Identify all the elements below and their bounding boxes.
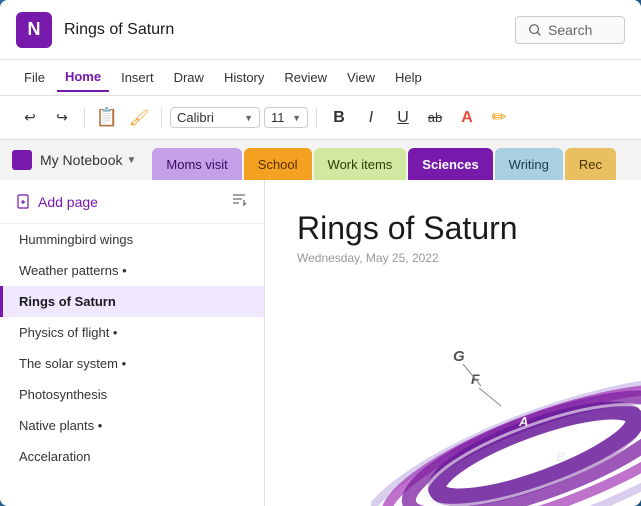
content-area[interactable]: Rings of Saturn Wednesday, May 25, 2022 … xyxy=(265,180,641,506)
svg-text:B: B xyxy=(556,449,565,464)
menu-home[interactable]: Home xyxy=(57,63,109,92)
bold-button[interactable]: B xyxy=(325,104,353,132)
sort-button[interactable] xyxy=(230,190,248,213)
sort-icon xyxy=(230,190,248,208)
svg-text:G: G xyxy=(453,348,465,365)
page-item-photosynthesis[interactable]: Photosynthesis xyxy=(0,379,264,410)
font-chevron-icon: ▼ xyxy=(244,113,253,123)
add-page-button[interactable]: Add page xyxy=(16,194,98,210)
menu-help[interactable]: Help xyxy=(387,64,430,91)
menu-bar: File Home Insert Draw History Review Vie… xyxy=(0,60,641,96)
sidebar-header: Add page xyxy=(0,180,264,224)
note-title: Rings of Saturn xyxy=(297,210,609,247)
menu-review[interactable]: Review xyxy=(276,64,335,91)
menu-view[interactable]: View xyxy=(339,64,383,91)
title-bar: N Rings of Saturn Search xyxy=(0,0,641,60)
tab-rec-label: Rec xyxy=(579,157,602,172)
tab-rec[interactable]: Rec xyxy=(565,148,616,180)
tab-moms-visit-label: Moms visit xyxy=(166,157,227,172)
page-item-solar-system[interactable]: The solar system • xyxy=(0,348,264,379)
tab-sciences[interactable]: Sciences xyxy=(408,148,492,180)
underline-button[interactable]: U xyxy=(389,104,417,132)
toolbar-divider-3 xyxy=(316,108,317,128)
tab-writing[interactable]: Writing xyxy=(495,148,563,180)
italic-button[interactable]: I xyxy=(357,104,385,132)
window-title: Rings of Saturn xyxy=(64,21,515,39)
page-item-hummingbird-wings-label: Hummingbird wings xyxy=(19,232,133,247)
page-item-photosynthesis-label: Photosynthesis xyxy=(19,387,107,402)
page-item-weather-patterns-label: Weather patterns • xyxy=(19,263,127,278)
add-page-label: Add page xyxy=(38,194,98,210)
tab-writing-label: Writing xyxy=(509,157,549,172)
sidebar: Add page Hummingbird wings Weather pat xyxy=(0,180,265,506)
menu-draw[interactable]: Draw xyxy=(166,64,212,91)
menu-file[interactable]: File xyxy=(16,64,53,91)
font-selector[interactable]: Calibri ▼ xyxy=(170,107,260,128)
page-item-accelaration-label: Accelaration xyxy=(19,449,91,464)
tab-school[interactable]: School xyxy=(244,148,312,180)
app-window: N Rings of Saturn Search File Home Inser… xyxy=(0,0,641,506)
saturn-rings-illustration: G F A B xyxy=(371,306,641,506)
redo-button[interactable]: ↪ xyxy=(48,104,76,132)
tab-moms-visit[interactable]: Moms visit xyxy=(152,148,241,180)
tab-work-items-label: Work items xyxy=(328,157,393,172)
menu-history[interactable]: History xyxy=(216,64,272,91)
tab-sciences-label: Sciences xyxy=(422,157,478,172)
notebook-name: My Notebook xyxy=(40,152,122,168)
page-item-native-plants[interactable]: Native plants • xyxy=(0,410,264,441)
notebook-chevron-icon: ▼ xyxy=(126,155,136,166)
svg-text:A: A xyxy=(518,414,528,429)
font-name: Calibri xyxy=(177,110,214,125)
paste-button[interactable]: 📋 xyxy=(93,104,121,132)
main-area: Add page Hummingbird wings Weather pat xyxy=(0,180,641,506)
toolbar-divider-2 xyxy=(161,108,162,128)
search-label: Search xyxy=(548,22,592,38)
highlight-button[interactable]: ✏ xyxy=(485,104,513,132)
page-item-physics-of-flight[interactable]: Physics of flight • xyxy=(0,317,264,348)
search-icon xyxy=(528,23,542,37)
page-item-physics-of-flight-label: Physics of flight • xyxy=(19,325,117,340)
note-date: Wednesday, May 25, 2022 xyxy=(297,251,609,265)
menu-insert[interactable]: Insert xyxy=(113,64,162,91)
font-size-chevron-icon: ▼ xyxy=(292,113,301,123)
font-color-button[interactable]: A xyxy=(453,104,481,132)
tab-school-label: School xyxy=(258,157,298,172)
notebook-selector[interactable]: My Notebook ▼ xyxy=(0,144,148,176)
strikethrough-button[interactable]: ab xyxy=(421,104,449,132)
font-size-value: 11 xyxy=(271,110,285,125)
page-item-hummingbird-wings[interactable]: Hummingbird wings xyxy=(0,224,264,255)
undo-button[interactable]: ↩ xyxy=(16,104,44,132)
font-size-selector[interactable]: 11 ▼ xyxy=(264,107,308,128)
tab-work-items[interactable]: Work items xyxy=(314,148,407,180)
toolbar: ↩ ↪ 📋 🖌 Calibri ▼ 11 ▼ B I U ab A ✏ xyxy=(0,96,641,140)
page-item-native-plants-label: Native plants • xyxy=(19,418,102,433)
page-item-weather-patterns[interactable]: Weather patterns • xyxy=(0,255,264,286)
search-box[interactable]: Search xyxy=(515,16,625,44)
page-item-rings-of-saturn[interactable]: Rings of Saturn xyxy=(0,286,264,317)
notebook-icon xyxy=(12,150,32,170)
page-item-rings-of-saturn-label: Rings of Saturn xyxy=(19,294,116,309)
notebook-tabs-row: My Notebook ▼ Moms visit School Work ite… xyxy=(0,140,641,180)
add-page-icon xyxy=(16,194,32,210)
format-painter-button[interactable]: 🖌 xyxy=(125,104,153,132)
toolbar-divider-1 xyxy=(84,108,85,128)
tabs-container: Moms visit School Work items Sciences Wr… xyxy=(148,140,641,180)
sidebar-pages: Hummingbird wings Weather patterns • Rin… xyxy=(0,224,264,506)
page-item-solar-system-label: The solar system • xyxy=(19,356,126,371)
onenote-logo: N xyxy=(16,12,52,48)
page-item-accelaration[interactable]: Accelaration xyxy=(0,441,264,472)
